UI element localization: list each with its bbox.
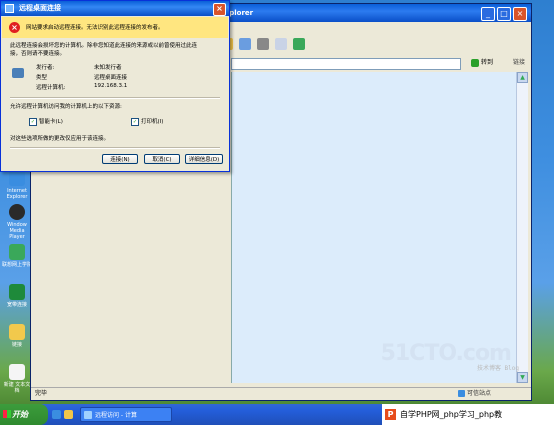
text-file-icon xyxy=(9,364,25,380)
printer-label: 打印机(I) xyxy=(141,119,164,125)
windows-flag-icon xyxy=(3,410,11,418)
details-button[interactable]: 详细信息(D) xyxy=(185,154,223,164)
error-icon: × xyxy=(9,22,20,33)
network-icon xyxy=(9,284,25,300)
remote-desktop-dialog: 远程桌面连接 × × 网站要求启动远程连接。无法识别此远程连接的发布者。 此远程… xyxy=(0,0,230,172)
desktop-icon-new-text[interactable]: 新建 文本文档 xyxy=(2,364,32,394)
php-banner: P 自学PHP网_php学习_php教 xyxy=(382,404,554,425)
desktop-icon-label: Internet Explorer xyxy=(6,188,28,200)
messenger-icon[interactable] xyxy=(293,38,305,50)
dialog-title-bar: 远程桌面连接 × xyxy=(1,1,229,16)
scroll-up-icon[interactable]: ▲ xyxy=(517,72,528,83)
desktop-icon-broadband[interactable]: 宽带连接 xyxy=(2,284,32,308)
lenovo-icon xyxy=(9,244,25,260)
connect-button[interactable]: 连接(N) xyxy=(102,154,138,164)
intro-line-1: 此远程连接会损坏您的计算机。除非您知道此连接的来源或以前曾使用过此连 xyxy=(10,43,198,49)
checkbox-checked-icon: ✓ xyxy=(29,117,37,126)
remote-label: 远程计算机: xyxy=(36,85,66,91)
smartcard-label: 智能卡(L) xyxy=(39,119,63,125)
minimize-button[interactable]: _ xyxy=(481,7,495,21)
quicklaunch-ie-icon[interactable] xyxy=(52,410,61,419)
status-bar: 完毕 可信站点 xyxy=(31,387,531,400)
browser-toolbar xyxy=(221,38,305,50)
php-logo-icon: P xyxy=(385,409,396,420)
zone-text: 可信站点 xyxy=(466,390,491,397)
type-row: 类型 远程桌面连接 xyxy=(36,73,127,81)
warning-text: 网站要求启动远程连接。无法识别此远程连接的发布者。 xyxy=(26,25,164,31)
remote-value: 192.168.3.1 xyxy=(94,83,128,89)
publisher-row: 发行者: 未知发行者 xyxy=(36,63,122,71)
watermark-sub: 技术博客 Blog xyxy=(476,365,519,372)
links-label[interactable]: 链接 xyxy=(513,58,525,68)
print-icon[interactable] xyxy=(257,38,269,50)
close-button[interactable]: × xyxy=(513,7,527,21)
edit-icon[interactable] xyxy=(275,38,287,50)
ie-icon xyxy=(9,170,25,186)
go-button[interactable]: 转到 xyxy=(471,58,499,68)
php-banner-text: 自学PHP网_php学习_php教 xyxy=(400,410,503,419)
folder-icon xyxy=(9,324,25,340)
address-input[interactable] xyxy=(231,58,461,70)
publisher-value: 未知发行者 xyxy=(94,65,122,71)
cancel-button[interactable]: 取消(C) xyxy=(144,154,180,164)
remote-row: 远程计算机: 192.168.3.1 xyxy=(36,83,127,91)
zone-indicator: 可信站点 xyxy=(457,388,491,400)
printer-checkbox[interactable]: ✓ 打印机(I) xyxy=(131,117,163,126)
go-arrow-icon xyxy=(471,58,479,67)
desktop-icon-label: 链接 xyxy=(11,342,22,348)
zone-icon xyxy=(457,390,465,397)
intro-text: 此远程连接会损坏您的计算机。除非您知道此连接的来源或以前曾使用过此连 接，否则请… xyxy=(10,42,222,58)
quicklaunch-desktop-icon[interactable] xyxy=(64,410,73,419)
remote-desktop-icon xyxy=(5,4,14,13)
status-text: 完毕 xyxy=(35,390,48,397)
applies-text: 对这些选项所做的更改仅应用于该连接。 xyxy=(10,136,110,142)
warning-banner: × 网站要求启动远程连接。无法识别此远程连接的发布者。 xyxy=(2,17,228,38)
taskbar-task-remote[interactable]: 远程访问 - 计算 xyxy=(80,407,172,422)
dialog-title: 远程桌面连接 xyxy=(19,4,61,12)
publisher-label: 发行者: xyxy=(36,65,55,71)
mail-icon[interactable] xyxy=(239,38,251,50)
allow-text: 允许远程计算机访问我的计算机上的以下资源: xyxy=(10,104,122,110)
address-row: 转到 链接 xyxy=(231,58,525,70)
computer-icon xyxy=(12,68,24,78)
desktop-icon-label: 联想网上学院 xyxy=(2,262,33,268)
type-value: 远程桌面连接 xyxy=(94,75,128,81)
page-content xyxy=(231,72,522,383)
type-label: 类型 xyxy=(36,75,48,81)
remote-desktop-icon xyxy=(84,411,92,419)
start-button[interactable]: 开始 xyxy=(0,404,48,425)
dialog-close-button[interactable]: × xyxy=(213,3,226,16)
intro-line-2: 接，否则请不要连接。 xyxy=(10,51,66,57)
start-label: 开始 xyxy=(12,410,28,419)
taskbar: 开始 远程访问 - 计算 P 自学PHP网_php学习_php教 xyxy=(0,404,554,425)
go-label: 转到 xyxy=(481,59,494,66)
window-controls: _ □ × xyxy=(481,7,527,21)
checkbox-checked-icon: ✓ xyxy=(131,117,139,126)
desktop-icon-media-player[interactable]: Window Media Player xyxy=(2,204,32,240)
smartcard-checkbox[interactable]: ✓ 智能卡(L) xyxy=(29,117,63,126)
desktop-icon-links[interactable]: 链接 xyxy=(2,324,32,348)
desktop-icon-internet-explorer[interactable]: Internet Explorer xyxy=(2,170,32,200)
desktop-icon-label: 新建 文本文档 xyxy=(3,382,31,394)
divider xyxy=(10,147,220,149)
desktop-icon-lenovo[interactable]: 联想网上学院 xyxy=(2,244,32,268)
scroll-down-icon[interactable]: ▼ xyxy=(517,372,528,383)
desktop-icon-label: Window Media Player xyxy=(7,222,27,240)
task-label: 远程访问 - 计算 xyxy=(95,412,137,419)
desktop-icon-label: 宽带连接 xyxy=(6,302,27,308)
vertical-scrollbar[interactable]: ▲ ▼ xyxy=(516,72,528,383)
maximize-button[interactable]: □ xyxy=(497,7,511,21)
media-player-icon xyxy=(9,204,25,220)
divider xyxy=(10,97,220,99)
